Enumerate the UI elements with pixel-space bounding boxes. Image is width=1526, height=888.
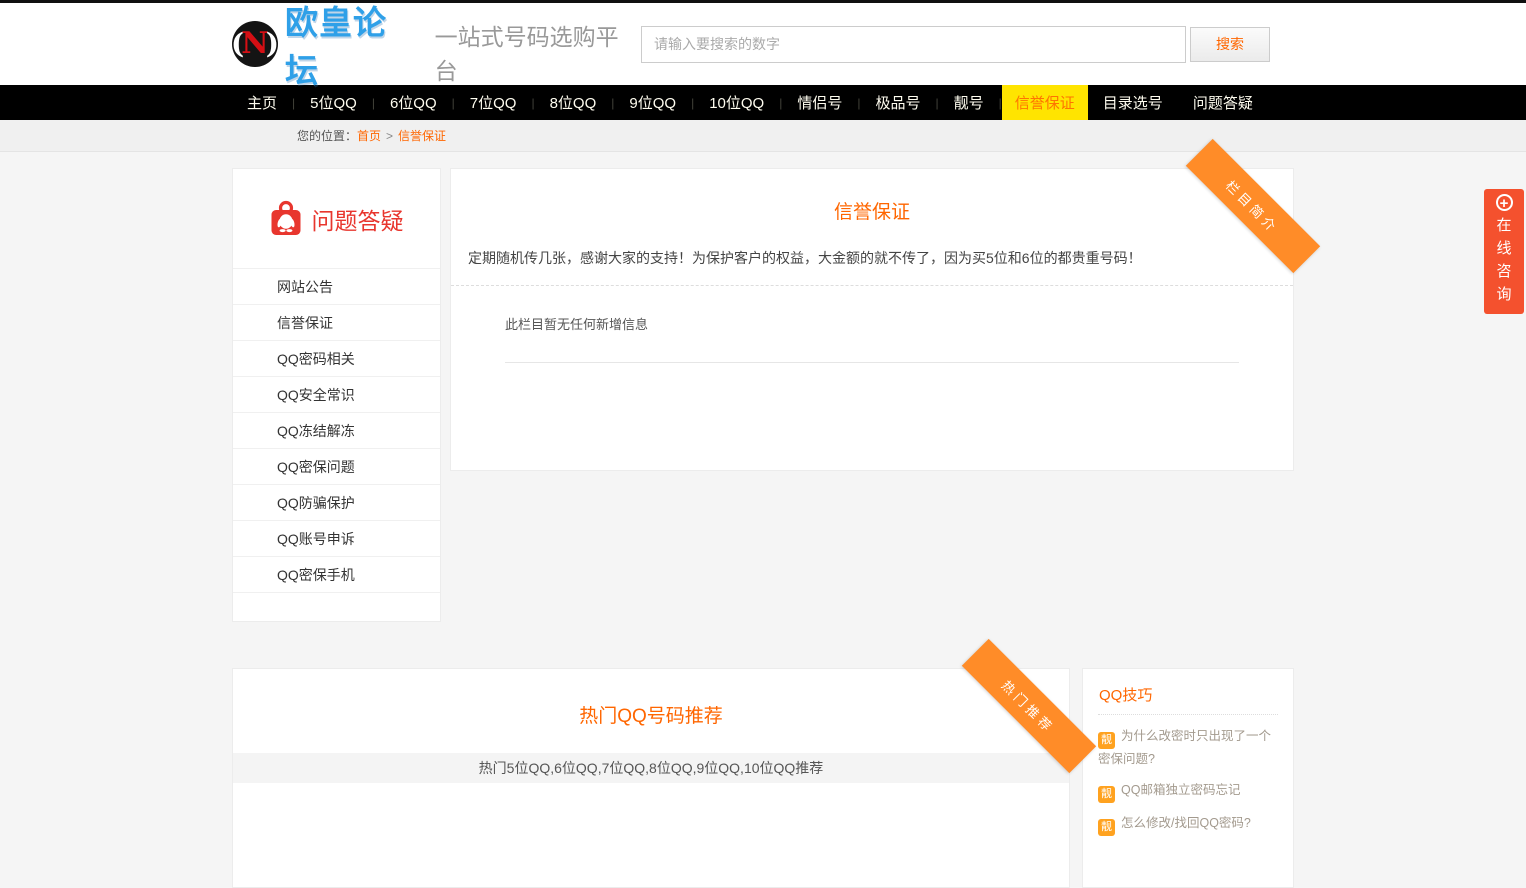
hot-recommend-title: 热门QQ号码推荐 — [233, 669, 1069, 728]
online-consult-label: 在线咨询 — [1496, 214, 1512, 306]
main-nav: 主页|5位QQ|6位QQ|7位QQ|8位QQ|9位QQ|10位QQ|情侣号|极品… — [0, 85, 1526, 120]
liang-badge-icon: 靓 — [1098, 732, 1115, 749]
liang-badge-icon: 靓 — [1098, 819, 1115, 836]
liang-badge-icon: 靓 — [1098, 786, 1115, 803]
sidebar: 问题答疑 网站公告信誉保证QQ密码相关QQ安全常识QQ冻结解冻QQ密保问题QQ防… — [232, 168, 441, 622]
main-panel-header: 信誉保证 定期随机传几张，感谢大家的支持！为保护客户的权益，大金额的就不传了，因… — [451, 169, 1293, 286]
site-logo[interactable]: ( N ) 欧皇论坛 一站式号码选购平台 — [232, 0, 641, 92]
qq-bag-icon — [270, 200, 302, 237]
sidebar-item[interactable]: QQ账号申诉 — [233, 520, 440, 556]
nav-item[interactable]: 8位QQ — [535, 85, 612, 120]
sidebar-title: 问题答疑 — [312, 202, 404, 236]
hot-recommend-subtitle: 热门5位QQ,6位QQ,7位QQ,8位QQ,9位QQ,10位QQ推荐 — [233, 753, 1069, 783]
nav-item[interactable]: 10位QQ — [694, 85, 779, 120]
sidebar-item[interactable]: QQ密保问题 — [233, 448, 440, 484]
plus-icon: + — [1496, 194, 1513, 211]
nav-item[interactable]: 极品号 — [861, 85, 936, 120]
breadcrumb-prefix: 您的位置： — [297, 127, 357, 144]
nav-items: 主页|5位QQ|6位QQ|7位QQ|8位QQ|9位QQ|10位QQ|情侣号|极品… — [232, 85, 1294, 120]
nav-item[interactable]: 情侣号 — [782, 85, 857, 120]
sidebar-item[interactable]: QQ安全常识 — [233, 376, 440, 412]
nav-item[interactable]: 目录选号 — [1088, 85, 1178, 120]
nav-item[interactable]: 7位QQ — [455, 85, 532, 120]
hot-recommend-panel: 热门推荐 热门QQ号码推荐 热门5位QQ,6位QQ,7位QQ,8位QQ,9位QQ… — [232, 668, 1070, 888]
nav-item[interactable]: 6位QQ — [375, 85, 452, 120]
sidebar-footer-space — [233, 593, 440, 621]
sidebar-item[interactable]: QQ防骗保护 — [233, 484, 440, 520]
nav-item[interactable]: 主页 — [232, 85, 292, 120]
qq-tips-title: QQ技巧 — [1098, 681, 1278, 715]
sidebar-item[interactable]: 信誉保证 — [233, 304, 440, 340]
qq-tips-list: 靓为什么改密时只出现了一个密保问题?靓QQ邮箱独立密码忘记靓怎么修改/找回QQ密… — [1098, 726, 1278, 836]
nav-item[interactable]: 信誉保证 — [1002, 85, 1088, 120]
qq-tip-item[interactable]: 靓怎么修改/找回QQ密码? — [1098, 813, 1278, 836]
sidebar-list: 网站公告信誉保证QQ密码相关QQ安全常识QQ冻结解冻QQ密保问题QQ防骗保护QQ… — [233, 268, 440, 593]
qq-tip-text: 怎么修改/找回QQ密码? — [1121, 816, 1251, 830]
qq-tips-panel: QQ技巧 靓为什么改密时只出现了一个密保问题?靓QQ邮箱独立密码忘记靓怎么修改/… — [1082, 668, 1294, 888]
main-panel: 栏目简介 信誉保证 定期随机传几张，感谢大家的支持！为保护客户的权益，大金额的就… — [450, 168, 1294, 471]
sidebar-item[interactable]: QQ冻结解冻 — [233, 412, 440, 448]
page-title: 信誉保证 — [468, 197, 1276, 224]
search-input[interactable] — [641, 26, 1186, 63]
logo-n-icon: ( N ) — [232, 21, 278, 67]
main-panel-body: 此栏目暂无任何新增信息 — [451, 286, 1293, 363]
column-intro-text: 定期随机传几张，感谢大家的支持！为保护客户的权益，大金额的就不传了，因为买5位和… — [468, 248, 1276, 268]
logo-letter: N — [241, 29, 268, 59]
sidebar-item[interactable]: QQ密码相关 — [233, 340, 440, 376]
sidebar-header: 问题答疑 — [233, 169, 440, 268]
sidebar-item[interactable]: 网站公告 — [233, 268, 440, 304]
qq-tip-item[interactable]: 靓 QQ邮箱独立密码忘记 — [1098, 780, 1278, 803]
breadcrumb-current-link[interactable]: 信誉保证 — [398, 127, 446, 144]
online-consult-widget[interactable]: + 在线咨询 — [1484, 189, 1524, 314]
logo-paren-right: ) — [266, 30, 279, 58]
breadcrumb-home-link[interactable]: 首页 — [357, 127, 381, 144]
logo-text: 欧皇论坛 — [285, 0, 421, 92]
search-button[interactable]: 搜索 — [1190, 27, 1270, 62]
content-divider — [505, 362, 1239, 363]
site-tagline: 一站式号码选购平台 — [435, 18, 641, 86]
nav-item[interactable]: 5位QQ — [295, 85, 372, 120]
qq-tip-text: 为什么改密时只出现了一个密保问题? — [1098, 729, 1271, 766]
nav-item[interactable]: 9位QQ — [614, 85, 691, 120]
qq-tip-item[interactable]: 靓为什么改密时只出现了一个密保问题? — [1098, 726, 1278, 770]
nav-item[interactable]: 问题答疑 — [1178, 85, 1268, 120]
breadcrumb: 您的位置： 首页 > 信誉保证 — [232, 120, 1294, 151]
site-header: ( N ) 欧皇论坛 一站式号码选购平台 搜索 — [0, 3, 1526, 85]
sidebar-item[interactable]: QQ密保手机 — [233, 556, 440, 592]
empty-message: 此栏目暂无任何新增信息 — [505, 314, 1239, 333]
breadcrumb-separator: > — [386, 129, 393, 143]
nav-item[interactable]: 靓号 — [939, 85, 999, 120]
breadcrumb-bar: 您的位置： 首页 > 信誉保证 — [0, 120, 1526, 152]
qq-tip-text: QQ邮箱独立密码忘记 — [1121, 783, 1240, 797]
search-bar: 搜索 — [641, 26, 1270, 63]
